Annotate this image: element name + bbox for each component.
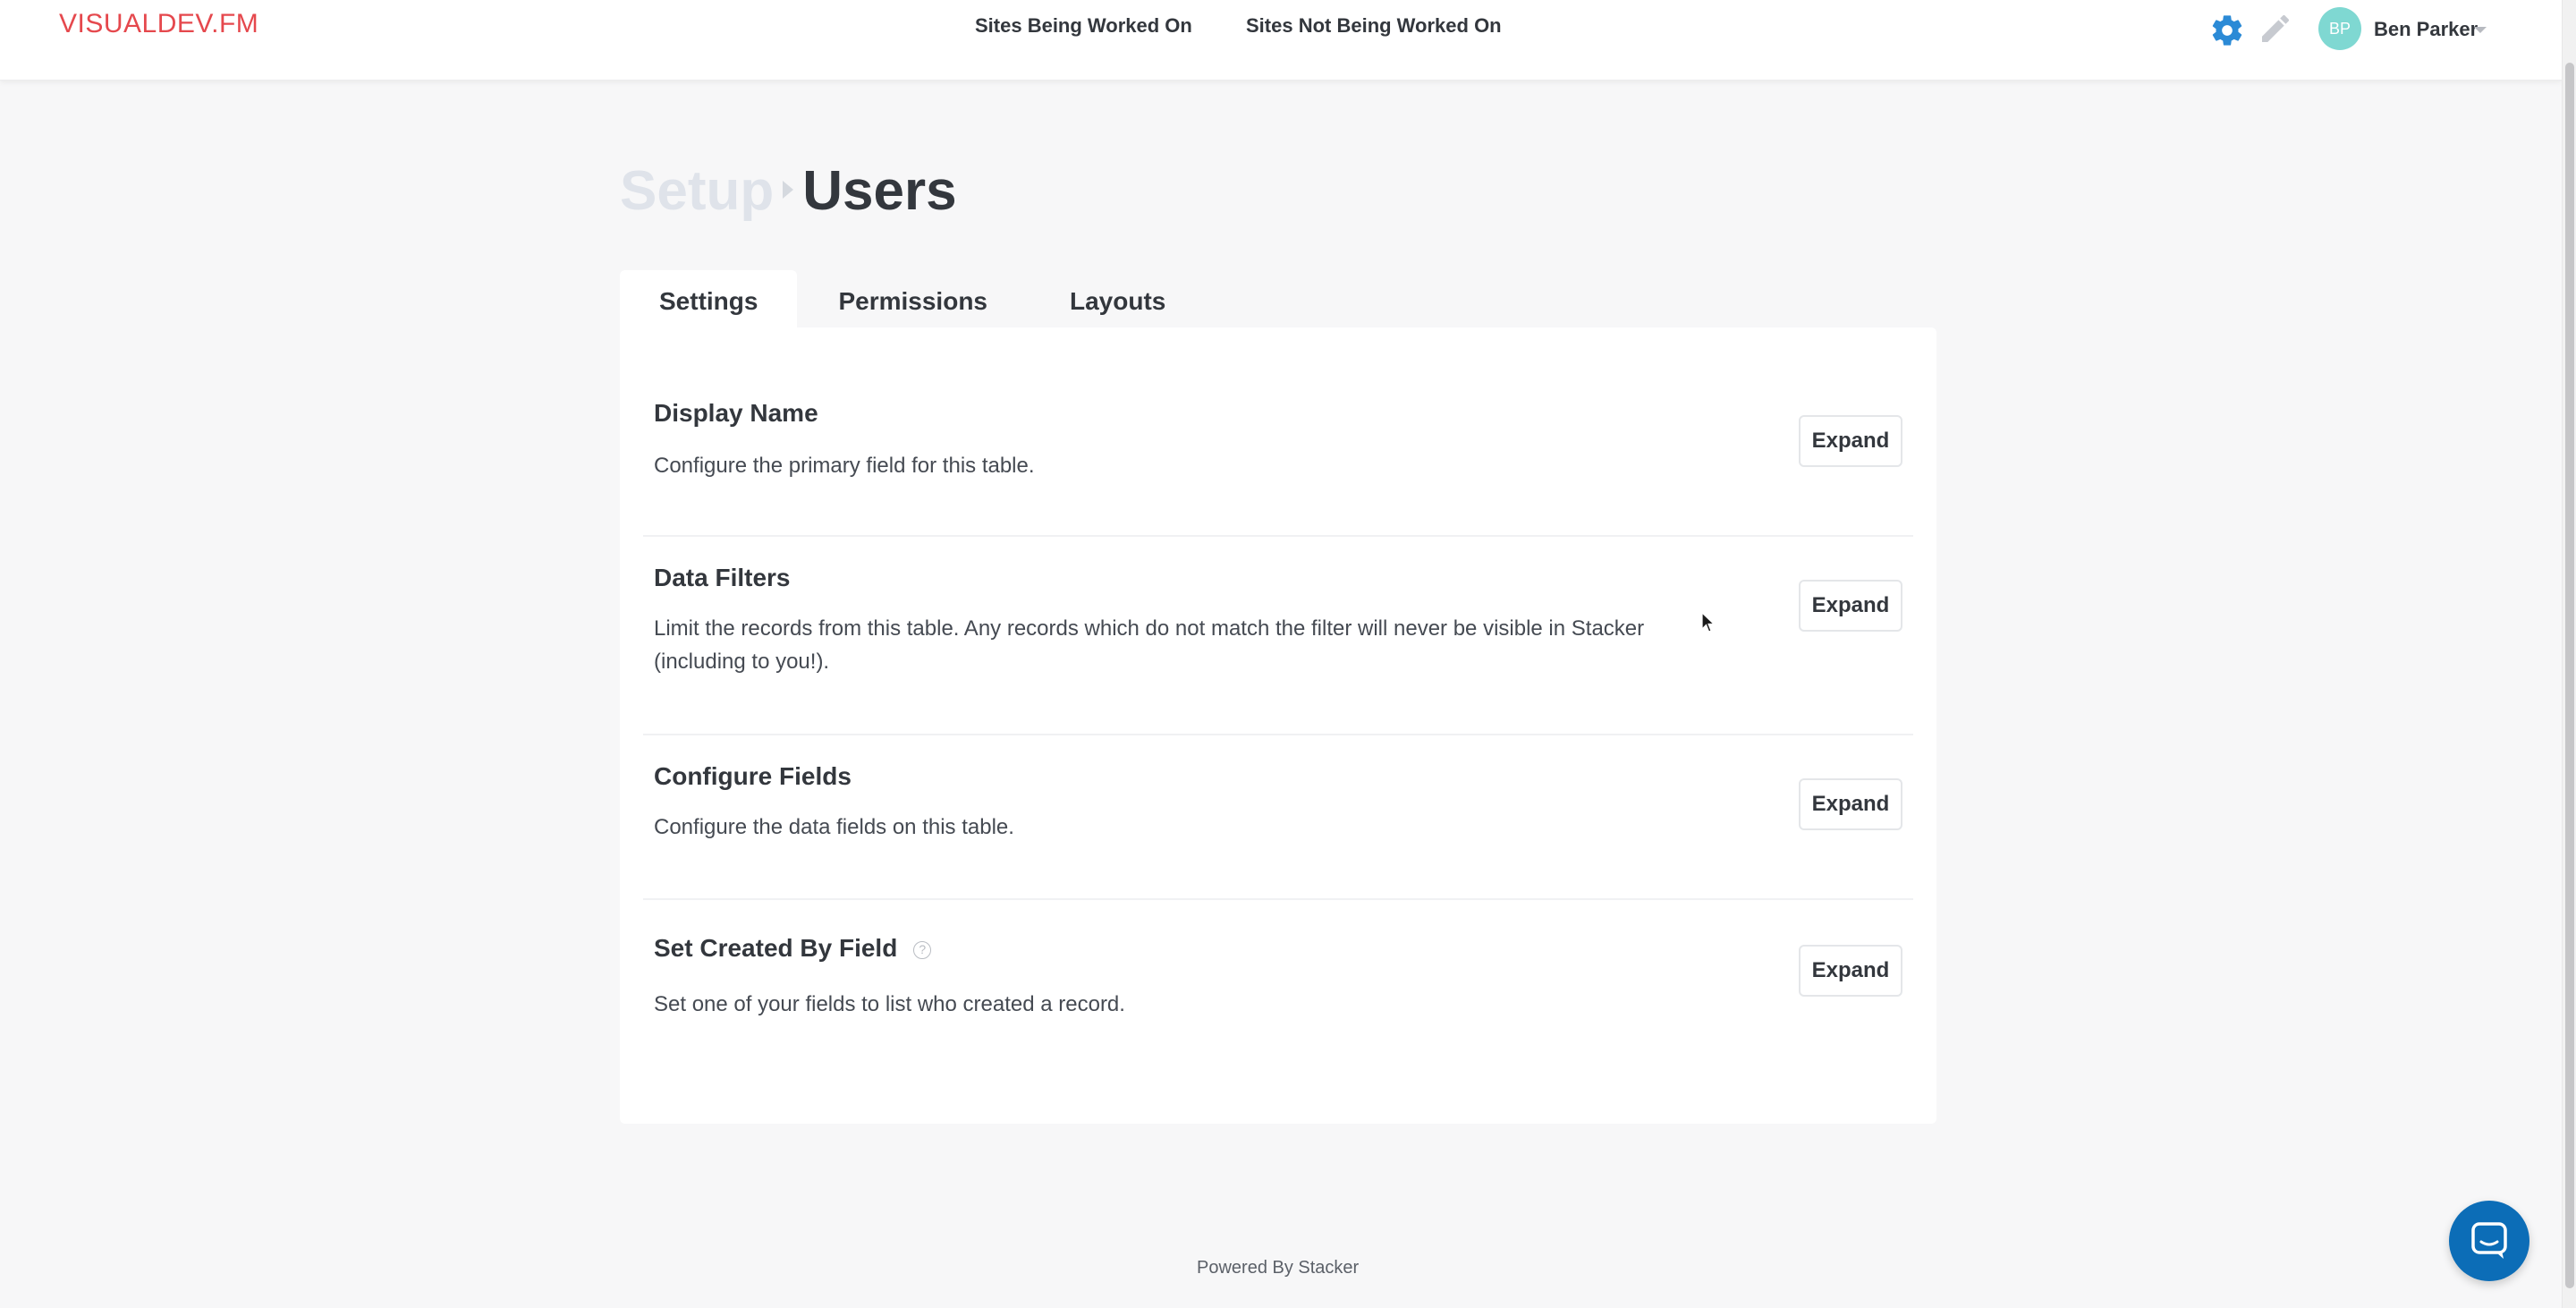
question-circle-icon[interactable]: ? — [913, 940, 932, 959]
user-name[interactable]: Ben Parker — [2374, 18, 2478, 41]
nav-link-sites-being-worked-on[interactable]: Sites Being Worked On — [975, 14, 1192, 38]
section-description: Configure the data fields on this table. — [654, 815, 1014, 839]
vertical-scrollbar[interactable] — [2562, 0, 2576, 1308]
section-set-created-by-field: Set Created By Field? Set one of your fi… — [643, 900, 1913, 1124]
tab-layouts[interactable]: Layouts — [1029, 270, 1207, 327]
section-description: Limit the records from this table. Any r… — [654, 616, 1645, 674]
section-configure-fields: Configure Fields Configure the data fiel… — [643, 735, 1913, 900]
expand-button[interactable]: Expand — [1799, 778, 1902, 830]
tab-settings[interactable]: Settings — [620, 270, 798, 327]
chevron-down-icon[interactable] — [2474, 27, 2487, 33]
tab-bar: Settings Permissions Layouts — [620, 270, 1207, 327]
settings-card: Display Name Configure the primary field… — [620, 327, 1936, 1124]
pencil-icon[interactable] — [2258, 11, 2293, 47]
expand-button[interactable]: Expand — [1799, 945, 1902, 997]
section-title: Data Filters — [654, 564, 791, 591]
expand-button[interactable]: Expand — [1799, 580, 1902, 632]
expand-button[interactable]: Expand — [1799, 415, 1902, 467]
section-title-row: Set Created By Field? — [654, 934, 932, 963]
tab-permissions[interactable]: Permissions — [797, 270, 1029, 327]
breadcrumb-arrow-icon — [783, 180, 794, 199]
section-data-filters: Data Filters Limit the records from this… — [643, 537, 1913, 735]
mouse-cursor-icon — [1701, 611, 1716, 638]
section-title: Configure Fields — [654, 762, 852, 790]
avatar[interactable]: BP — [2318, 7, 2361, 50]
section-title: Set Created By Field — [654, 934, 898, 962]
nav-link-sites-not-being-worked-on[interactable]: Sites Not Being Worked On — [1246, 14, 1502, 38]
app-logo[interactable]: VISUALDEV.FM — [59, 9, 258, 39]
section-display-name: Display Name Configure the primary field… — [643, 327, 1913, 537]
page-title-text: Users — [802, 160, 957, 222]
section-description: Set one of your fields to list who creat… — [654, 992, 1125, 1016]
breadcrumb-setup[interactable]: Setup — [620, 160, 774, 222]
chat-bubble-icon — [2471, 1222, 2507, 1259]
page: VISUALDEV.FM Sites Being Worked On Sites… — [0, 0, 2576, 1308]
top-navigation-bar: VISUALDEV.FM Sites Being Worked On Sites… — [0, 0, 2562, 81]
section-title: Display Name — [654, 399, 818, 427]
page-title: Setup Users — [620, 159, 957, 223]
footer-powered-by[interactable]: Powered By Stacker — [1197, 1258, 1359, 1278]
chat-launcher-button[interactable] — [2449, 1201, 2529, 1281]
scrollbar-thumb[interactable] — [2565, 63, 2574, 1288]
gear-icon[interactable] — [2209, 13, 2245, 48]
section-description: Configure the primary field for this tab… — [654, 454, 1035, 478]
